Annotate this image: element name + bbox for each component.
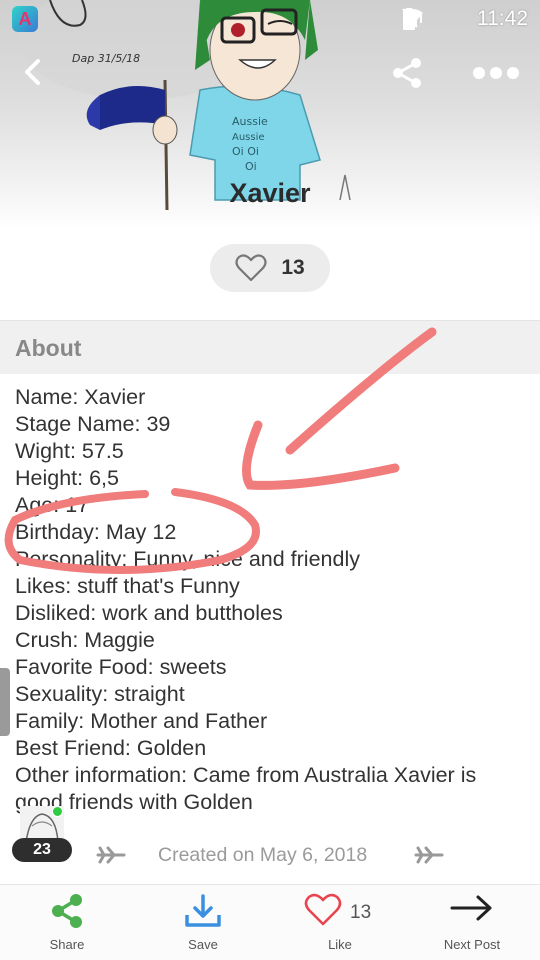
- svg-text:Oi Oi: Oi Oi: [232, 145, 259, 158]
- status-time: 11:42: [477, 7, 528, 30]
- about-line: Family: Mother and Father: [15, 709, 268, 733]
- more-options-button[interactable]: [472, 64, 520, 82]
- like-count-bottom: 13: [350, 902, 372, 923]
- save-button[interactable]: Save: [168, 885, 238, 960]
- about-line: Name: Xavier: [15, 385, 146, 409]
- about-section-header: About: [0, 320, 540, 374]
- like-counter-button[interactable]: 13: [210, 244, 330, 292]
- like-label: Like: [328, 937, 352, 952]
- svg-text:Dap 31/5/18: Dap 31/5/18: [72, 52, 140, 65]
- about-line: Best Friend: Golden: [15, 736, 207, 760]
- about-text: Name: Xavier Stage Name: 39 Wight: 57.5 …: [15, 384, 530, 816]
- shirt-text: Aussie: [232, 115, 268, 128]
- like-button[interactable]: 13 Like: [300, 885, 380, 960]
- svg-text:Oi: Oi: [245, 160, 257, 173]
- about-line: Birthday: May 12: [15, 520, 177, 544]
- bottom-action-bar: Share Save 13 Like Next Post: [0, 884, 540, 960]
- download-icon: [185, 894, 221, 927]
- about-line: Disliked: work and buttholes: [15, 601, 283, 625]
- share-button[interactable]: Share: [32, 885, 102, 960]
- chevron-left-icon: [25, 59, 40, 85]
- page-title: Xavier: [229, 178, 311, 208]
- about-line: Personality: Funny, nice and friendly: [15, 547, 360, 571]
- airplane-icon: [414, 846, 444, 864]
- svg-text:Aussie: Aussie: [232, 132, 265, 143]
- about-line: Crush: Maggie: [15, 628, 155, 652]
- about-line: good friends with Golden: [15, 790, 253, 814]
- save-label: Save: [188, 937, 218, 952]
- about-line: Other information: Came from Australia X…: [15, 763, 477, 787]
- level-badge: 23: [12, 838, 72, 862]
- about-line: Height: 6,5: [15, 466, 119, 490]
- arrow-right-icon: [450, 895, 492, 921]
- heart-outline-icon: [304, 893, 342, 926]
- share-icon: [52, 894, 82, 928]
- more-dots-icon: [473, 67, 519, 79]
- next-post-label: Next Post: [443, 937, 501, 952]
- like-count: 13: [281, 256, 305, 279]
- share-label: Share: [49, 937, 85, 952]
- about-line: Wight: 57.5: [15, 439, 124, 463]
- app-badge: A: [12, 6, 38, 32]
- side-drawer-handle[interactable]: [0, 668, 10, 736]
- about-heading: About: [15, 335, 82, 361]
- next-post-button[interactable]: Next Post: [432, 885, 512, 960]
- heart-outline-icon: [235, 254, 267, 282]
- about-line: Stage Name: 39: [15, 412, 171, 436]
- airplane-icon: [96, 846, 126, 864]
- share-icon: [393, 58, 421, 88]
- online-status-dot: [52, 806, 63, 817]
- about-line: Likes: stuff that's Funny: [15, 574, 240, 598]
- about-line: Favorite Food: sweets: [15, 655, 227, 679]
- about-line: Sexuality: straight: [15, 682, 185, 706]
- share-header-button[interactable]: [390, 56, 424, 90]
- created-date: Created on May 6, 2018: [158, 844, 368, 866]
- back-button[interactable]: [18, 56, 50, 88]
- status-bar: A 11:42: [0, 0, 540, 38]
- about-line: Age: 17: [15, 493, 90, 517]
